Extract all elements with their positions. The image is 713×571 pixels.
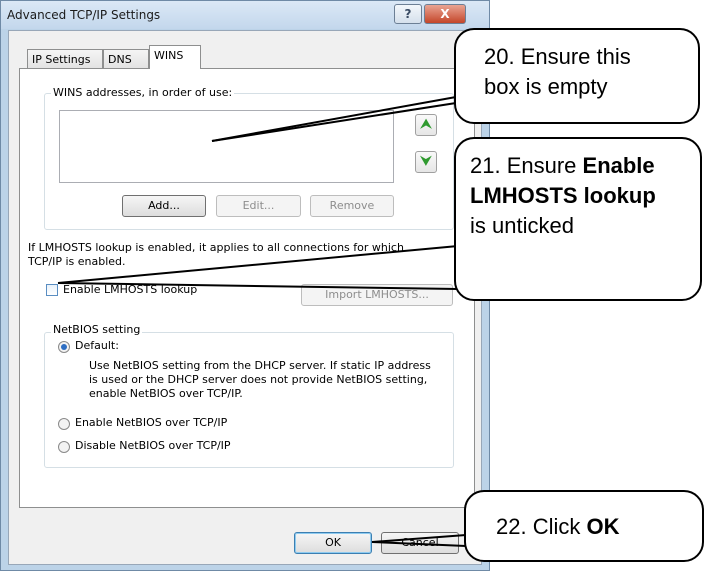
callout-step-21: 21. Ensure Enable LMHOSTS lookup is unti… — [454, 137, 702, 301]
callout-20-line2: box is empty — [484, 74, 608, 99]
callout-21-bold2: LMHOSTS lookup — [470, 183, 656, 208]
callout-20-line1: 20. Ensure this — [484, 44, 631, 69]
callout-21-line3: is unticked — [470, 213, 574, 238]
callout-21-line2: LMHOSTS lookup — [470, 181, 700, 211]
pointer-21-upper — [57, 245, 459, 284]
pointer-22-lower — [371, 541, 467, 547]
callout-21-line1: 21. Ensure Enable — [470, 151, 700, 181]
pointer-22-upper — [371, 534, 467, 543]
tab-wins[interactable]: WINS — [149, 45, 201, 69]
callout-21-prefix: 21. Ensure — [470, 153, 583, 178]
pointer-21-lower — [57, 282, 459, 290]
callout-step-20: 20. Ensure this box is empty — [454, 28, 700, 124]
callout-22-prefix: 22. Click — [496, 514, 587, 539]
callout-22-bold: OK — [586, 514, 620, 539]
tab-label: WINS — [154, 49, 184, 62]
callout-21-bold1: Enable — [582, 153, 655, 178]
pointer-20-lower — [211, 102, 457, 142]
callout-step-22: 22. Click OK — [464, 490, 704, 562]
